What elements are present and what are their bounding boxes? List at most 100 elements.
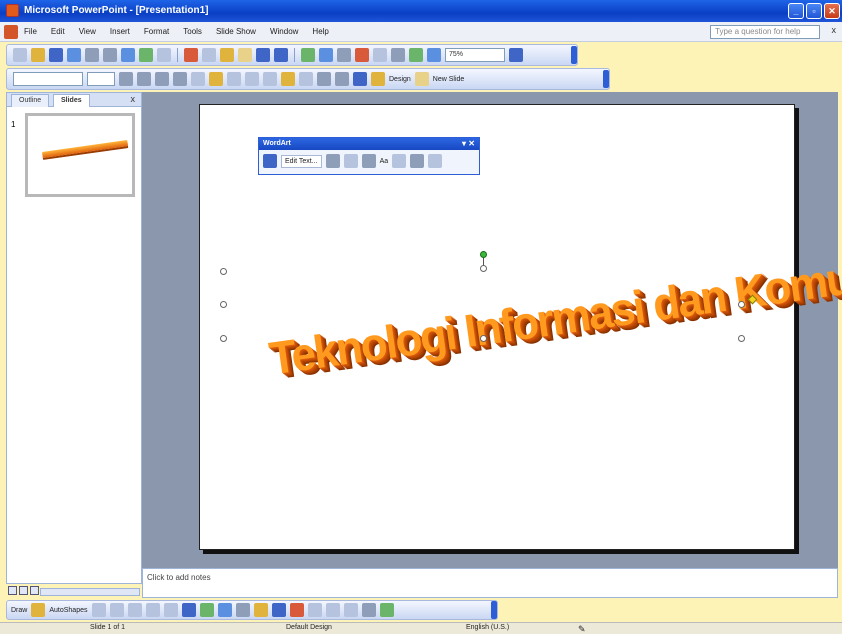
new-icon[interactable] bbox=[13, 48, 27, 62]
insert-wordart-icon[interactable] bbox=[181, 603, 196, 617]
slide-sorter-view-icon[interactable] bbox=[19, 586, 28, 595]
print-icon[interactable] bbox=[103, 48, 117, 62]
vertical-text-icon[interactable] bbox=[392, 154, 407, 168]
cut-icon[interactable] bbox=[184, 48, 198, 62]
insert-picture-icon[interactable] bbox=[235, 603, 250, 617]
permission-icon[interactable] bbox=[67, 48, 81, 62]
selection-handle[interactable] bbox=[220, 335, 227, 342]
arrow-icon[interactable] bbox=[109, 603, 124, 617]
wordart-shape-icon[interactable] bbox=[361, 154, 376, 168]
email-icon[interactable] bbox=[85, 48, 99, 62]
line-icon[interactable] bbox=[91, 603, 106, 617]
show-formatting-icon[interactable] bbox=[391, 48, 405, 62]
font-name-select[interactable] bbox=[13, 72, 83, 86]
font-color-icon[interactable] bbox=[353, 72, 367, 86]
clip-art-icon[interactable] bbox=[217, 603, 232, 617]
italic-icon[interactable] bbox=[137, 72, 151, 86]
help-icon[interactable] bbox=[509, 48, 523, 62]
bold-icon[interactable] bbox=[119, 72, 133, 86]
align-right-icon[interactable] bbox=[227, 72, 241, 86]
toolbar-options-icon[interactable] bbox=[491, 601, 497, 619]
slide-show-view-icon[interactable] bbox=[30, 586, 39, 595]
expand-all-icon[interactable] bbox=[373, 48, 387, 62]
document-icon[interactable] bbox=[4, 25, 18, 39]
notes-pane[interactable]: Click to add notes bbox=[142, 568, 838, 598]
copy-icon[interactable] bbox=[202, 48, 216, 62]
align-left-icon[interactable] bbox=[191, 72, 205, 86]
menu-slide-show[interactable]: Slide Show bbox=[216, 27, 256, 36]
menu-edit[interactable]: Edit bbox=[51, 27, 65, 36]
selection-handle[interactable] bbox=[738, 301, 745, 308]
ask-question-input[interactable]: Type a question for help bbox=[710, 25, 820, 39]
shadow-style-icon[interactable] bbox=[361, 603, 376, 617]
horizontal-scrollbar[interactable] bbox=[40, 588, 140, 596]
diagram-icon[interactable] bbox=[199, 603, 214, 617]
rotation-handle[interactable] bbox=[480, 251, 487, 258]
format-wordart-icon[interactable] bbox=[343, 154, 358, 168]
print-preview-icon[interactable] bbox=[121, 48, 135, 62]
redo-icon[interactable] bbox=[274, 48, 288, 62]
open-icon[interactable] bbox=[31, 48, 45, 62]
menu-format[interactable]: Format bbox=[144, 27, 169, 36]
shadow-icon[interactable] bbox=[173, 72, 187, 86]
minimize-button[interactable]: _ bbox=[788, 3, 804, 19]
powerpoint-icon[interactable] bbox=[6, 4, 19, 17]
menu-insert[interactable]: Insert bbox=[110, 27, 130, 36]
bullets-icon[interactable] bbox=[263, 72, 277, 86]
wordart-gallery-icon[interactable] bbox=[325, 154, 340, 168]
underline-icon[interactable] bbox=[155, 72, 169, 86]
tab-slides[interactable]: Slides bbox=[53, 94, 90, 107]
draw-menu-button[interactable]: Draw bbox=[11, 607, 27, 614]
new-slide-button[interactable]: New Slide bbox=[433, 76, 465, 83]
insert-wordart-icon[interactable] bbox=[263, 154, 277, 168]
wordart-toolbar-title[interactable]: WordArt ▾ ✕ bbox=[259, 138, 479, 150]
maximize-button[interactable]: ▫ bbox=[806, 3, 822, 19]
spelling-status-icon[interactable]: ✎ bbox=[578, 624, 586, 634]
toolbar-options-icon[interactable] bbox=[571, 46, 577, 64]
insert-table-icon[interactable] bbox=[319, 48, 333, 62]
selection-handle[interactable] bbox=[480, 265, 487, 272]
pane-close-icon[interactable]: x bbox=[131, 94, 136, 104]
menu-window[interactable]: Window bbox=[270, 27, 298, 36]
character-spacing-icon[interactable] bbox=[428, 154, 443, 168]
numbering-icon[interactable] bbox=[245, 72, 259, 86]
autoshapes-menu-button[interactable]: AutoShapes bbox=[49, 607, 87, 614]
selection-handle[interactable] bbox=[738, 335, 745, 342]
text-box-icon[interactable] bbox=[163, 603, 178, 617]
tables-borders-icon[interactable] bbox=[337, 48, 351, 62]
select-objects-icon[interactable] bbox=[31, 603, 46, 617]
font-size-select[interactable] bbox=[87, 72, 115, 86]
selection-handle[interactable] bbox=[480, 335, 487, 342]
design-icon[interactable] bbox=[371, 72, 385, 86]
insert-hyperlink-icon[interactable] bbox=[355, 48, 369, 62]
color-grayscale-icon[interactable] bbox=[427, 48, 441, 62]
paste-icon[interactable] bbox=[220, 48, 234, 62]
arrow-style-icon[interactable] bbox=[343, 603, 358, 617]
show-grid-icon[interactable] bbox=[409, 48, 423, 62]
document-close-button[interactable]: x bbox=[832, 25, 837, 35]
slide-thumbnail[interactable] bbox=[25, 113, 135, 197]
insert-chart-icon[interactable] bbox=[301, 48, 315, 62]
3d-style-icon[interactable] bbox=[379, 603, 394, 617]
format-painter-icon[interactable] bbox=[238, 48, 252, 62]
slide-canvas[interactable]: Teknologi Informasi dan Komunikasi WordA… bbox=[199, 104, 842, 550]
fill-color-icon[interactable] bbox=[253, 603, 268, 617]
rectangle-icon[interactable] bbox=[127, 603, 142, 617]
line-style-icon[interactable] bbox=[307, 603, 322, 617]
spelling-icon[interactable] bbox=[139, 48, 153, 62]
design-button[interactable]: Design bbox=[389, 76, 411, 83]
new-slide-icon[interactable] bbox=[414, 72, 429, 86]
menu-tools[interactable]: Tools bbox=[183, 27, 202, 36]
same-letter-heights-button[interactable]: Aa bbox=[380, 158, 389, 165]
save-icon[interactable] bbox=[49, 48, 63, 62]
decrease-font-icon[interactable] bbox=[299, 72, 313, 86]
center-icon[interactable] bbox=[209, 72, 223, 86]
font-color-icon[interactable] bbox=[289, 603, 304, 617]
increase-font-icon[interactable] bbox=[281, 72, 295, 86]
wordart-text[interactable]: Teknologi Informasi dan Komunikasi bbox=[266, 237, 842, 386]
edit-text-button[interactable]: Edit Text... bbox=[281, 154, 322, 168]
wordart-alignment-icon[interactable] bbox=[410, 154, 425, 168]
zoom-select[interactable]: 75% bbox=[445, 48, 505, 62]
undo-icon[interactable] bbox=[256, 48, 270, 62]
wordart-toolbar-close-icon[interactable]: ▾ ✕ bbox=[462, 138, 475, 149]
